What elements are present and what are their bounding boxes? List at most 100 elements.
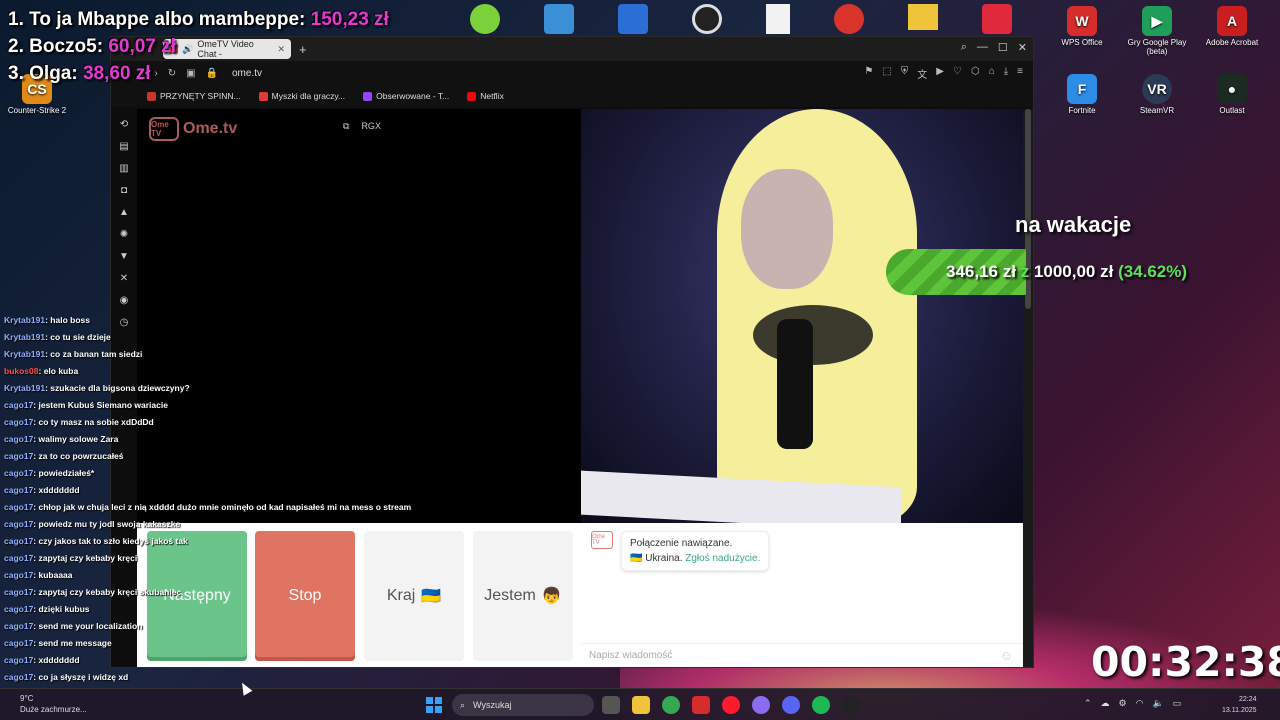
opera-icon[interactable]: [722, 696, 740, 714]
taskbar-clock[interactable]: 22:24 13.11.2025: [1222, 694, 1257, 716]
desktop-icon-fortnite[interactable]: F Fortnite: [1047, 74, 1117, 115]
spotify-taskbar-icon[interactable]: [812, 696, 830, 714]
screenshot-icon[interactable]: ⬚: [882, 66, 891, 81]
chat-line: bukos08: elo kuba: [4, 363, 444, 380]
desktop-icon-wps-office[interactable]: W WPS Office: [1047, 6, 1117, 47]
chat-username[interactable]: Krytab191: [4, 383, 45, 393]
twitch-icon[interactable]: ▼: [119, 251, 129, 262]
message-input[interactable]: Napisz wiadomość ☺: [581, 643, 1023, 667]
chat-line: cago17: za to co powrzucałeś: [4, 448, 444, 465]
chat-message: : xddddddd: [33, 485, 80, 495]
start-button[interactable]: [426, 697, 442, 713]
bookmark-item[interactable]: Obserwowane - T...: [363, 91, 449, 101]
rgx-icon[interactable]: RGX: [361, 121, 381, 132]
pdf-app-icon[interactable]: [982, 4, 1012, 34]
profile-icon[interactable]: ⌂: [989, 66, 995, 81]
play-icon[interactable]: ▶: [936, 66, 944, 81]
chat-username[interactable]: cago17: [4, 451, 33, 461]
menu-icon[interactable]: ≡: [1017, 66, 1023, 81]
chat-line: cago17: powiedz mu ty jodl swoja kakaszk…: [4, 516, 444, 533]
chat-username[interactable]: bukos08: [4, 366, 39, 376]
cloud-icon[interactable]: ☁: [1101, 698, 1110, 709]
chat-username[interactable]: cago17: [4, 434, 33, 444]
chat-username[interactable]: cago17: [4, 638, 33, 648]
messenger-icon[interactable]: ◘: [121, 185, 127, 196]
chat-username[interactable]: Krytab191: [4, 332, 45, 342]
volume-icon[interactable]: 🔈: [1152, 698, 1163, 709]
scrollbar[interactable]: [1023, 109, 1033, 667]
plus-app-icon[interactable]: [470, 4, 500, 34]
file-explorer-icon[interactable]: [632, 696, 650, 714]
download-icon[interactable]: ⤓: [1004, 66, 1008, 81]
pie-app-icon[interactable]: [834, 4, 864, 34]
chat-username[interactable]: cago17: [4, 485, 33, 495]
wifi-icon[interactable]: ◠: [1136, 698, 1144, 709]
chat-username[interactable]: Krytab191: [4, 315, 45, 325]
bookmark-item[interactable]: PRZYNĘTY SPINN...: [147, 91, 241, 101]
battery-icon[interactable]: ▭: [1173, 698, 1182, 709]
chat-username[interactable]: cago17: [4, 502, 33, 512]
folder-app-icon[interactable]: [908, 4, 938, 30]
emoji-icon[interactable]: ☺: [1000, 648, 1013, 663]
task-view-icon[interactable]: [602, 696, 620, 714]
chat-username[interactable]: cago17: [4, 604, 33, 614]
maximize-button[interactable]: ☐: [998, 41, 1008, 54]
goal-percent: (34.62%): [1118, 262, 1188, 281]
obs-taskbar-icon[interactable]: [842, 696, 860, 714]
chatgpt-icon[interactable]: ✺: [120, 229, 128, 240]
chat-line: cago17: zapytaj czy kebaby kręci skubani…: [4, 584, 444, 601]
chat-username[interactable]: cago17: [4, 536, 33, 546]
wallet-icon[interactable]: ▤: [119, 141, 128, 152]
search-tabs-icon[interactable]: ⌕: [961, 41, 967, 54]
chat-username[interactable]: cago17: [4, 468, 33, 478]
game-app-icon[interactable]: [544, 4, 574, 34]
translate-icon[interactable]: 文: [917, 66, 927, 81]
bookmark-item[interactable]: Netflix: [467, 91, 504, 101]
desktop-icon-outlast[interactable]: ● Outlast: [1197, 74, 1267, 115]
goal-current: 346,16 zł: [946, 262, 1016, 281]
chat-message: : co ty masz na sobie xdDdDd: [33, 417, 154, 427]
chat-username[interactable]: cago17: [4, 417, 33, 427]
wps-taskbar-icon[interactable]: [692, 696, 710, 714]
weather-widget[interactable]: 9°C Duże zachmurze...: [20, 693, 87, 715]
popout-icon[interactable]: ⧉: [343, 121, 349, 132]
chat-username[interactable]: cago17: [4, 655, 33, 665]
document-app-icon[interactable]: [766, 4, 790, 34]
heart-icon[interactable]: ♡: [953, 66, 962, 81]
desktop-icon-google-play-games[interactable]: ▶ Gry Google Play (beta): [1122, 6, 1192, 56]
discord-icon[interactable]: [782, 696, 800, 714]
chrome-icon[interactable]: [662, 696, 680, 714]
notes-icon[interactable]: ▥: [119, 163, 128, 174]
extensions-icon[interactable]: ⬡: [971, 66, 980, 81]
chat-username[interactable]: cago17: [4, 587, 33, 597]
x-icon[interactable]: ✕: [120, 273, 128, 284]
spotify-icon[interactable]: ◉: [120, 295, 129, 306]
gender-button[interactable]: Jestem 👦: [473, 531, 573, 661]
shield-icon[interactable]: ⛨: [901, 66, 909, 81]
maps-icon[interactable]: [752, 696, 770, 714]
bookmark-favicon-icon: [467, 91, 477, 101]
desktop-icon-steamvr[interactable]: VR SteamVR: [1122, 74, 1192, 115]
chat-username[interactable]: cago17: [4, 519, 33, 529]
chat-username[interactable]: cago17: [4, 672, 33, 682]
desktop-icon-adobe-acrobat[interactable]: A Adobe Acrobat: [1197, 6, 1267, 47]
chevron-up-icon[interactable]: ⌃: [1084, 698, 1092, 709]
history-icon[interactable]: ⟲: [120, 119, 128, 130]
settings-icon[interactable]: ⚙: [1119, 698, 1127, 709]
bookmark-icon[interactable]: ⚑: [864, 66, 873, 81]
bookmark-item[interactable]: Myszki dla graczy...: [258, 91, 345, 101]
chat-username[interactable]: cago17: [4, 553, 33, 563]
report-abuse-link[interactable]: Zgłoś nadużycie.: [685, 553, 760, 564]
google-play-games-icon: ▶: [1142, 6, 1172, 36]
chat-username[interactable]: cago17: [4, 570, 33, 580]
chat-username[interactable]: cago17: [4, 621, 33, 631]
chat-message: : elo kuba: [38, 366, 79, 376]
chat-username[interactable]: cago17: [4, 400, 33, 410]
word-app-icon[interactable]: [618, 4, 648, 34]
close-window-button[interactable]: ✕: [1018, 41, 1027, 54]
aria-icon[interactable]: ▲: [119, 207, 129, 218]
minimize-button[interactable]: —: [977, 41, 988, 54]
obs-app-icon[interactable]: [692, 4, 722, 34]
taskbar-search[interactable]: ⌕ Wyszukaj: [452, 694, 594, 716]
chat-username[interactable]: Krytab191: [4, 349, 45, 359]
